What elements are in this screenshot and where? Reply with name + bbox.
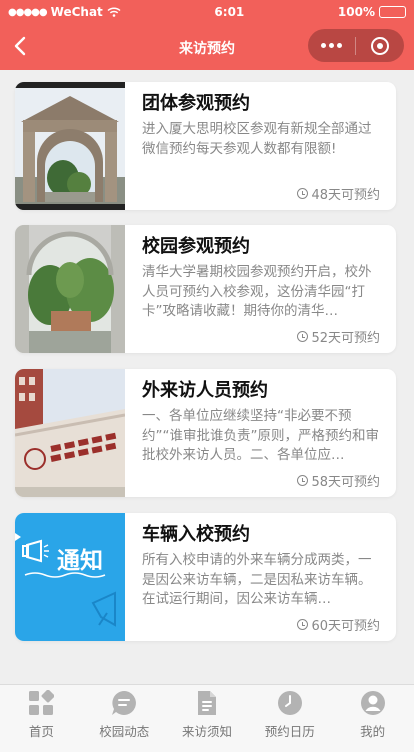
tab-label: 首页 [28,724,54,739]
clock-icon [297,331,309,342]
availability-label: 58天可预约 [297,471,380,490]
clock-icon [297,619,309,630]
home-grid-icon [28,690,55,716]
tab-bar: 首页 校园动态 来访须知 预约日历 我的 [0,684,414,752]
university-sign-image [15,369,125,497]
battery-percent: 100% [337,5,375,19]
chat-bubble-icon [111,690,137,716]
card-description: 一、各单位应继续坚持“非必要不预约”“谁审批谁负责”原则，严格预约和审批校外来访… [142,408,379,463]
tab-label: 校园动态 [99,724,150,739]
wifi-icon [107,7,121,17]
appointment-card-visitor[interactable]: 外来访人员预约 一、各单位应继续坚持“非必要不预约”“谁审批谁负责”原则，严格预… [15,369,396,497]
clock-icon [277,690,303,716]
availability-text: 58天可预约 [311,475,380,490]
tab-campus-news[interactable]: 校园动态 [83,685,166,752]
card-description: 进入厦大思明校区参观有新规全部通过微信预约每天参观人数都有限额! [142,121,372,157]
tab-calendar[interactable]: 预约日历 [248,685,331,752]
availability-text: 48天可预约 [311,188,380,203]
user-icon [360,690,386,716]
clock-icon [297,475,309,486]
header: ●●●●● WeChat 6:01 100% 来访预约 [0,0,414,70]
appointment-card-vehicle[interactable]: 通知 车辆入校预约 所有入校申请的外来车辆分成两类，一是因公来访车辆，二是因私来… [15,513,396,641]
availability-text: 52天可预约 [311,331,380,346]
more-button[interactable] [308,43,355,48]
tab-home[interactable]: 首页 [0,685,83,752]
status-bar: ●●●●● WeChat 6:01 100% [0,0,414,24]
appointment-card-campus-visit[interactable]: 校园参观预约 清华大学暑期校园参观预约开启，校外人员可预约入校参观，这份清华园“… [15,225,396,353]
card-description: 清华大学暑期校园参观预约开启，校外人员可预约入校参观，这份清华园“打卡”攻略请收… [142,264,372,319]
card-title: 外来访人员预约 [142,380,268,401]
card-description: 所有入校申请的外来车辆分成两类，一是因公来访车辆，二是因私来访车辆。在试运行期间… [142,552,372,607]
carrier-label: WeChat [50,5,103,19]
campus-arch-image [15,225,125,353]
tab-label: 我的 [360,724,386,739]
signal-icon: ●●●●● [8,6,48,18]
card-title: 车辆入校预约 [142,524,250,545]
tab-label: 来访须知 [181,724,232,739]
banner-text: 通知 [57,548,103,574]
nav-bar: 来访预约 [0,24,414,70]
tab-label: 预约日历 [264,724,315,739]
clock-icon [297,188,309,199]
availability-label: 48天可预约 [297,184,380,203]
availability-label: 52天可预约 [297,327,380,346]
card-title: 团体参观预约 [142,93,250,114]
status-time: 6:01 [214,5,245,19]
battery-icon [379,6,406,18]
availability-text: 60天可预约 [311,619,380,634]
tab-mine[interactable]: 我的 [331,685,414,752]
appointment-card-group-visit[interactable]: 团体参观预约 进入厦大思明校区参观有新规全部通过微信预约每天参观人数都有限额! … [15,82,396,210]
target-icon [371,36,389,55]
card-title: 校园参观预约 [142,236,250,257]
mini-program-capsule [308,29,404,62]
close-button[interactable] [356,36,404,55]
document-icon [194,690,220,716]
notice-banner-image: 通知 [15,513,125,641]
availability-label: 60天可预约 [297,615,380,634]
campus-gate-image [15,82,125,210]
tab-visitor-notice[interactable]: 来访须知 [166,685,249,752]
